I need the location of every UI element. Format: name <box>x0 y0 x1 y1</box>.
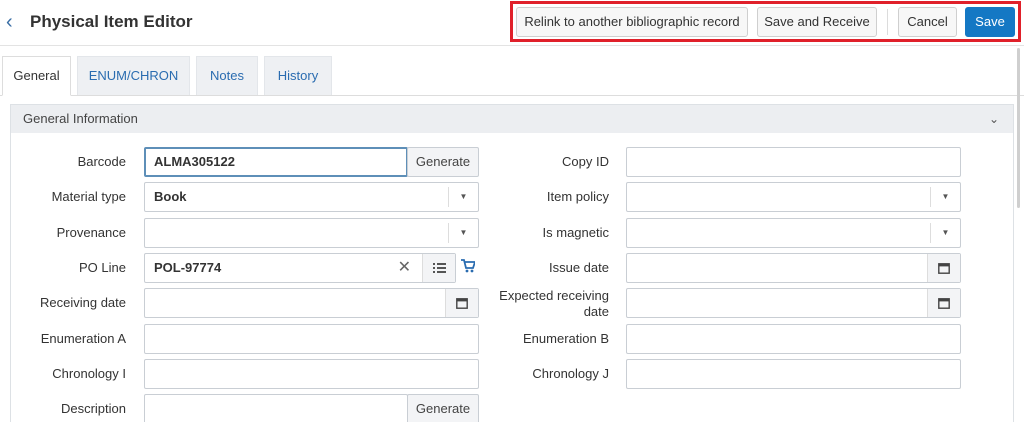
material-type-label: Material type <box>51 189 126 204</box>
section-title: General Information <box>23 111 138 126</box>
barcode-input[interactable]: ALMA305122 <box>144 147 408 177</box>
po-line-value: POL-97774 <box>154 260 222 275</box>
enumeration-b-label: Enumeration B <box>523 331 609 346</box>
relink-button[interactable]: Relink to another bibliographic record <box>516 7 748 37</box>
chronology-i-label: Chronology I <box>52 366 126 381</box>
receiving-date-label: Receiving date <box>40 295 126 310</box>
page-title: Physical Item Editor <box>30 12 193 31</box>
expected-receiving-date-label-line1: Expected receiving <box>499 288 609 303</box>
enumeration-a-label: Enumeration A <box>40 331 126 346</box>
tab-notes[interactable]: Notes <box>196 56 258 95</box>
page-header: ‹ Physical Item Editor Relink to another… <box>0 0 1024 46</box>
tab-history[interactable]: History <box>264 56 332 95</box>
save-and-receive-button[interactable]: Save and Receive <box>757 7 877 37</box>
save-button[interactable]: Save <box>965 7 1015 37</box>
receiving-date-input[interactable] <box>144 288 479 318</box>
scrollbar[interactable] <box>1017 48 1020 208</box>
material-type-select[interactable]: Book ▼ <box>144 182 479 212</box>
expected-receiving-date-input[interactable] <box>626 288 961 318</box>
expected-receiving-date-label-line2: date <box>583 304 609 319</box>
cancel-button[interactable]: Cancel <box>898 7 957 37</box>
calendar-icon[interactable] <box>445 289 478 317</box>
section-header[interactable]: General Information ⌄ <box>11 105 1013 133</box>
issue-date-label: Issue date <box>549 260 609 275</box>
chevron-down-icon[interactable]: ⌄ <box>989 105 999 133</box>
description-input[interactable] <box>144 394 408 422</box>
divider <box>887 9 888 35</box>
po-line-label: PO Line <box>79 260 126 275</box>
back-chevron-icon[interactable]: ‹ <box>6 11 24 33</box>
provenance-select[interactable]: ▼ <box>144 218 479 248</box>
caret-down-icon[interactable]: ▼ <box>448 223 478 243</box>
copy-id-label: Copy ID <box>562 154 609 169</box>
description-generate-button[interactable]: Generate <box>407 394 479 422</box>
copy-id-input[interactable] <box>626 147 961 177</box>
is-magnetic-select[interactable]: ▼ <box>626 218 961 248</box>
po-line-input[interactable]: POL-97774 ✕ <box>144 253 456 283</box>
item-policy-label: Item policy <box>546 189 609 204</box>
enumeration-a-input[interactable] <box>144 324 479 354</box>
item-policy-select[interactable]: ▼ <box>626 182 961 212</box>
description-label: Description <box>60 401 126 416</box>
chronology-i-input[interactable] <box>144 359 479 389</box>
material-type-value: Book <box>154 189 187 204</box>
chronology-j-input[interactable] <box>626 359 961 389</box>
calendar-icon[interactable] <box>927 254 960 282</box>
provenance-label: Provenance <box>56 225 126 240</box>
expected-receiving-date-label: Expected receiving date <box>480 288 609 320</box>
chronology-j-label: Chronology J <box>532 366 609 381</box>
barcode-generate-button[interactable]: Generate <box>407 147 479 177</box>
issue-date-input[interactable] <box>626 253 961 283</box>
caret-down-icon[interactable]: ▼ <box>448 187 478 207</box>
enumeration-b-input[interactable] <box>626 324 961 354</box>
caret-down-icon[interactable]: ▼ <box>930 187 960 207</box>
clear-icon[interactable]: ✕ <box>398 254 411 282</box>
barcode-label: Barcode <box>77 154 126 169</box>
is-magnetic-label: Is magnetic <box>542 225 609 240</box>
calendar-icon[interactable] <box>927 289 960 317</box>
tab-general[interactable]: General <box>2 56 71 96</box>
tab-enum-chron[interactable]: ENUM/CHRON <box>77 56 190 95</box>
list-icon[interactable] <box>422 254 455 282</box>
cart-icon[interactable] <box>461 259 477 276</box>
caret-down-icon[interactable]: ▼ <box>930 223 960 243</box>
tab-bar: General ENUM/CHRON Notes History <box>0 46 1024 96</box>
